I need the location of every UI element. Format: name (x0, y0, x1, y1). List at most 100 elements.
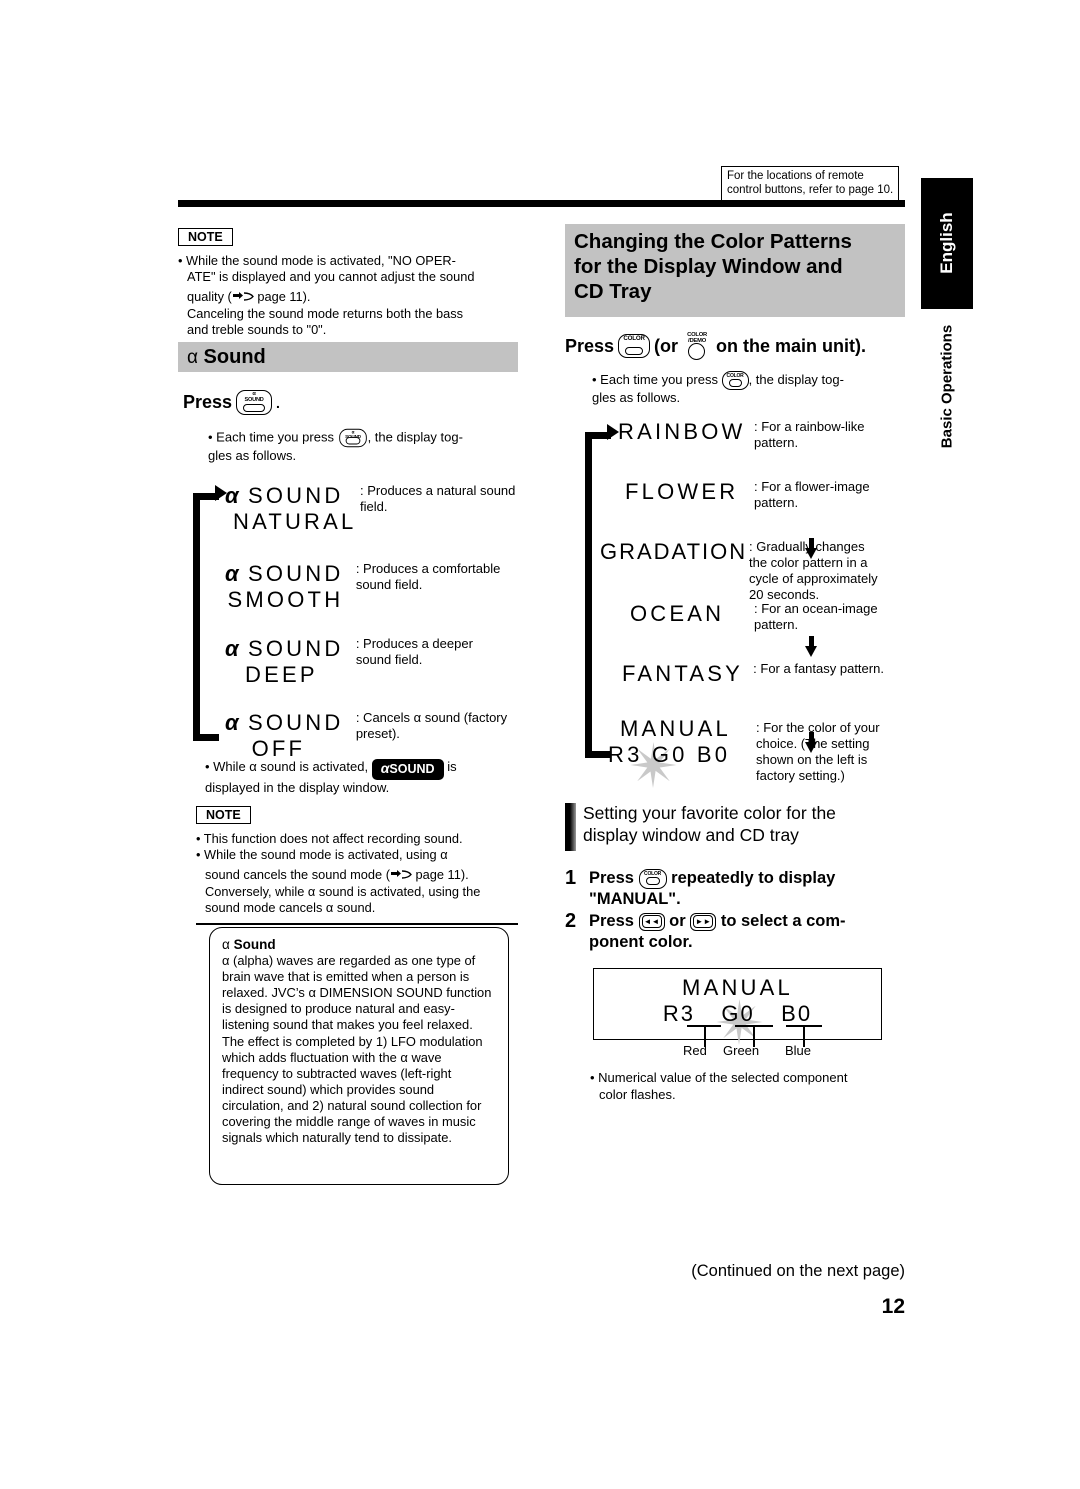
bullet-text: , the display tog- (748, 371, 844, 387)
alpha-sound-info-box: α Sound α (alpha) waves are regarded as … (209, 927, 509, 1185)
step-desc: : For the color of your (756, 720, 880, 735)
language-tab-english: English (921, 178, 973, 309)
color-flow-step: OCEAN : For an ocean-image pattern. (630, 601, 930, 633)
lcd-text: SOUND (247, 561, 344, 586)
pointing-hand-icon (232, 290, 254, 303)
step-text: Press (589, 912, 634, 930)
alpha-toggle-bullet: • Each time you press α SOUND , the disp… (208, 428, 528, 465)
note-text: displayed in the display window. (205, 779, 390, 795)
step-desc: shown on the left is (756, 752, 868, 767)
step-desc: pattern. (754, 435, 799, 450)
header-rule (178, 200, 905, 207)
note-line-page-ref: sound cancels the sound mode ( page 11). (205, 867, 518, 883)
subheading-bar (565, 803, 576, 851)
alpha-flow-step: α SOUND DEEP : Produces a deeper sound f… (225, 636, 525, 688)
press-period: . (276, 394, 280, 411)
bullet-text: gles as follows. (208, 448, 297, 463)
color-flow-step: FANTASY : For a fantasy pattern. (622, 661, 922, 687)
step-1: 1 Press COLOR repeatedly to display "MAN… (565, 868, 910, 910)
skip-back-button-icon[interactable]: ◄◄ (638, 912, 665, 931)
heading-line: CD Tray (574, 280, 652, 303)
lcd-text: SOUND (247, 483, 344, 508)
alpha-sound-button-icon[interactable]: α SOUND (236, 390, 273, 415)
color-button-icon-inline[interactable]: COLOR (721, 371, 749, 390)
step-text: ponent color. (589, 933, 693, 951)
step-desc: pattern. (754, 617, 799, 632)
note-text: quality ( (187, 289, 232, 305)
step-desc: choice. (The setting (756, 736, 870, 751)
color-flow-step: GRADATION : Gradually changes the color … (600, 539, 920, 603)
color-button-icon-step1[interactable]: COLOR (638, 868, 667, 889)
step-text: "MANUAL". (589, 890, 681, 908)
note-line: • While the sound mode is activated, usi… (196, 847, 448, 863)
step-desc: field. (360, 499, 388, 514)
note-text: is (447, 759, 457, 774)
lcd-alpha: α (225, 710, 239, 735)
manual-page: For the locations of remote control butt… (0, 0, 1080, 1489)
rgb-legend: Red Green Blue (593, 1043, 882, 1061)
step-desc: the color pattern in a (749, 555, 868, 570)
heading-line: Changing the Color Patterns (574, 230, 852, 253)
note-line-page-ref: quality ( page 11). (187, 289, 518, 305)
lcd-text: GRADATION (600, 539, 748, 564)
button-oval (345, 436, 360, 444)
button-circle (688, 343, 706, 360)
skip-forward-button-icon[interactable]: ►► (690, 912, 717, 931)
color-button-label: COLOR (623, 335, 645, 342)
step-text: to select a com- (720, 912, 846, 930)
lcd-alpha: α (225, 483, 239, 508)
color-button-icon[interactable]: COLOR (618, 334, 651, 358)
note-text: page 11). (411, 867, 469, 883)
note-label: NOTE (196, 806, 251, 824)
alpha-symbol: α (187, 347, 198, 368)
display-blue-value: B0 (781, 1001, 813, 1026)
step-desc: factory setting.) (756, 768, 845, 783)
note-text: page 11). (253, 289, 311, 305)
note-line: sound mode cancels α sound. (205, 899, 376, 915)
legend-green: Green (723, 1043, 760, 1058)
subheading-line: display window and CD tray (583, 825, 799, 845)
skip-back-glyph: ◄◄ (641, 915, 662, 929)
note-text: • While α sound is activated, (205, 759, 369, 774)
color-demo-button-icon[interactable]: COLOR /DEMO (682, 332, 712, 360)
lcd-text: FLOWER (625, 479, 739, 504)
press-or: (or (654, 335, 679, 356)
lcd-text: NATURAL (233, 509, 357, 534)
note-line: • This function does not affect recordin… (196, 831, 463, 846)
color-flow-step: FLOWER : For a flower-image pattern. (625, 479, 925, 511)
alpha-sound-heading: α Sound (178, 342, 518, 372)
step-desc: pattern. (754, 495, 799, 510)
lcd-alpha: α (225, 636, 239, 661)
remote-location-note: For the locations of remote control butt… (721, 166, 899, 202)
legend-blue: Blue (785, 1043, 812, 1058)
press-label: Press (565, 335, 615, 356)
note-body: • This function does not affect recordin… (196, 831, 518, 916)
note-box-top: NOTE • While the sound mode is activated… (178, 228, 518, 338)
step-desc: : For a fantasy pattern. (753, 661, 884, 676)
alpha-flow-loop (193, 493, 219, 741)
color-flow-step-manual: MANUAL R3 G0 B0 : For the color of your … (608, 716, 930, 788)
press-alpha-sound-line: Press α SOUND . (183, 390, 280, 415)
section-tab-basic-operations: Basic Operations (921, 312, 973, 464)
color-patterns-heading: Changing the Color Patterns for the Disp… (565, 224, 905, 317)
continued-note: (Continued on the next page) (691, 1262, 905, 1280)
language-tab-label: English (937, 211, 956, 274)
info-title-label: Sound (233, 937, 276, 952)
step-desc: : Cancels α sound (factory (355, 710, 508, 725)
alpha-sound-button-icon-inline[interactable]: α SOUND (338, 428, 367, 448)
note-label: NOTE (178, 228, 233, 246)
step-text: repeatedly to display (671, 869, 836, 887)
note-header: NOTE (178, 228, 518, 247)
color-flow-loop (585, 432, 611, 758)
note-line: and treble sounds to "0". (187, 321, 327, 337)
pointing-hand-icon (390, 868, 412, 881)
step-desc: : Produces a comfortable (355, 561, 501, 576)
step-desc: : Produces a natural sound (360, 483, 516, 498)
flow-arrow-down (804, 636, 818, 658)
lcd-text: SOUND (247, 710, 344, 735)
lcd-alpha: α (225, 561, 239, 586)
alpha-sound-heading-label: Sound (203, 346, 266, 368)
step-desc: : For an ocean-image (754, 601, 878, 616)
info-title: α Sound (222, 937, 496, 953)
alpha-flow-step: α SOUND OFF : Cancels α sound (factory p… (225, 710, 525, 762)
